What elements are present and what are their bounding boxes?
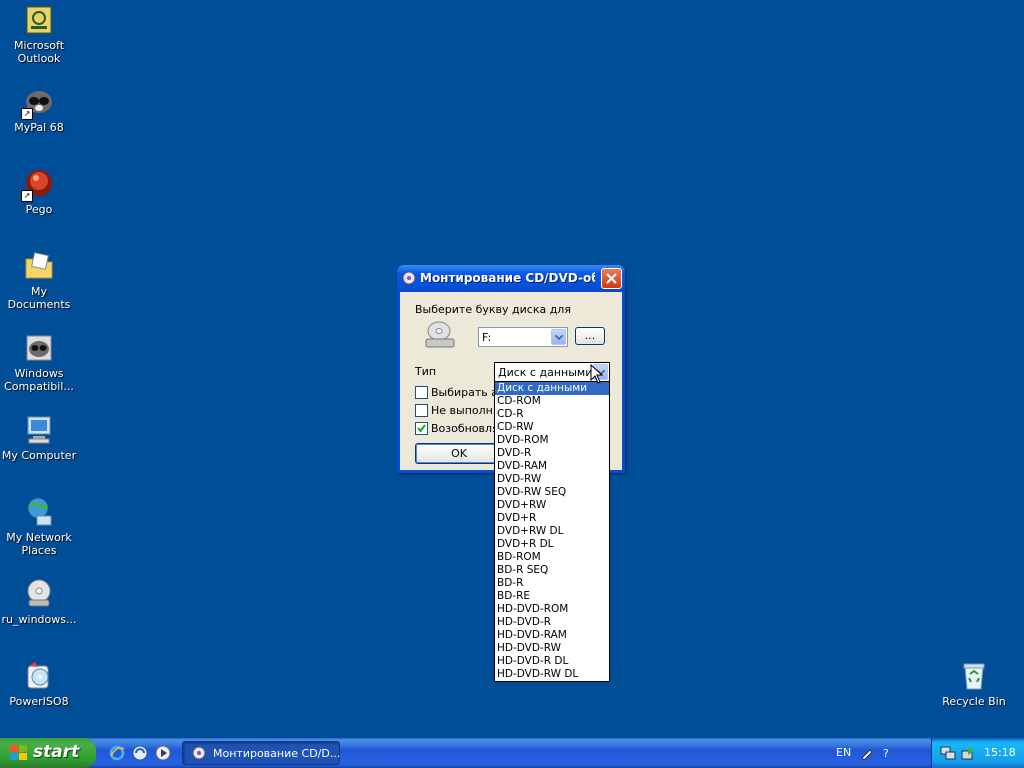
dropdown-option[interactable]: HD-DVD-ROM (495, 603, 609, 616)
network-tray-icon[interactable] (940, 745, 956, 761)
dropdown-option[interactable]: DVD-RAM (495, 460, 609, 473)
type-label: Тип (415, 365, 437, 378)
desktop-icon-windows-compat[interactable]: Windows Compatibil... (0, 332, 78, 393)
start-label: start (33, 742, 80, 762)
outlook-icon (23, 4, 55, 36)
dropdown-option[interactable]: DVD-RW SEQ (495, 486, 609, 499)
desktop-icon-disc-image[interactable]: ru_windows... (0, 578, 78, 626)
outlook-express-icon[interactable] (132, 745, 148, 761)
chevron-down-icon (551, 329, 566, 345)
dialog-title: Монтирование CD/DVD-об... (420, 271, 595, 285)
start-button[interactable]: start (0, 738, 96, 768)
system-tray: 15:18 (931, 738, 1024, 768)
network-icon (23, 496, 55, 528)
windows-logo-icon (10, 745, 28, 761)
dropdown-option[interactable]: DVD+RW DL (495, 525, 609, 538)
disc-type-value: Диск с данными (498, 366, 593, 379)
desktop-icon-label: Microsoft Outlook (13, 39, 65, 65)
desktop-icon-outlook[interactable]: Microsoft Outlook (0, 4, 78, 65)
dropdown-option[interactable]: DVD+R DL (495, 538, 609, 551)
dropdown-option[interactable]: DVD-R (495, 447, 609, 460)
desktop-icon-my-documents[interactable]: My Documents (0, 250, 78, 311)
desktop-icon-label: Pego (25, 203, 53, 216)
restore-checkbox[interactable] (415, 422, 428, 435)
dropdown-option[interactable]: DVD-RW (495, 473, 609, 486)
desktop-icon-label: MyPal 68 (14, 121, 64, 134)
pen-tool-icon[interactable] (860, 746, 874, 761)
dropdown-option[interactable]: HD-DVD-RAM (495, 629, 609, 642)
mypal-icon: ↗ (21, 86, 55, 120)
dropdown-option[interactable]: BD-RE (495, 590, 609, 603)
folder-icon (23, 250, 55, 282)
close-button[interactable] (601, 268, 622, 289)
app-icon (192, 746, 206, 760)
desktop-icon-label: My Computer (1, 449, 77, 462)
dropdown-option[interactable]: HD-DVD-R DL (495, 655, 609, 668)
app-icon (402, 271, 416, 285)
safely-remove-icon[interactable] (960, 745, 976, 761)
dropdown-option[interactable]: DVD-ROM (495, 434, 609, 447)
dropdown-option[interactable]: HD-DVD-RW DL (495, 668, 609, 681)
dropdown-option[interactable]: CD-ROM (495, 395, 609, 408)
svg-text:?: ? (883, 747, 889, 760)
clock: 15:18 (984, 746, 1016, 759)
media-player-icon[interactable] (155, 745, 171, 761)
desktop-icon-poweriso[interactable]: PowerISO8 (0, 660, 78, 708)
compat-icon (23, 332, 55, 364)
desktop-icon-label: Windows Compatibil... (4, 367, 74, 393)
disc-image-icon (23, 578, 55, 610)
poweriso-icon (23, 660, 55, 692)
dropdown-option[interactable]: HD-DVD-R (495, 616, 609, 629)
no-autorun-checkbox[interactable] (415, 404, 428, 417)
dropdown-option[interactable]: BD-R (495, 577, 609, 590)
desktop-icon-label: My Documents (7, 285, 71, 311)
disc-type-dropdown-list[interactable]: Диск с данными CD-ROM CD-R CD-RW DVD-ROM DVD-… (494, 381, 610, 682)
computer-icon (23, 414, 55, 446)
dropdown-option[interactable]: HD-DVD-RW (495, 642, 609, 655)
desktop-icon-pego[interactable]: ↗ Pego (0, 168, 78, 216)
desktop-icon-network-places[interactable]: My Network Places (0, 496, 78, 557)
dialog-titlebar[interactable]: Монтирование CD/DVD-об... (397, 265, 625, 292)
recycle-bin-icon (958, 660, 990, 692)
mouse-cursor-icon (590, 364, 604, 384)
help-icon[interactable]: ? (880, 746, 894, 760)
desktop-icon-label: ru_windows... (1, 613, 77, 626)
desktop-icon-mypal[interactable]: ↗ MyPal 68 (0, 86, 78, 134)
drive-letter-select[interactable]: F: (478, 327, 568, 347)
desktop-icon-recycle-bin[interactable]: Recycle Bin (935, 660, 1013, 708)
dropdown-option[interactable]: BD-R SEQ (495, 564, 609, 577)
ok-button[interactable]: OK (415, 443, 503, 464)
drive-letter-label: Выберите букву диска для (415, 303, 571, 316)
pego-icon: ↗ (21, 168, 55, 202)
taskbar-item-label: Монтирование CD/D... (213, 747, 341, 760)
language-indicator[interactable]: EN (836, 746, 851, 759)
checkmark-icon (417, 424, 426, 433)
dropdown-option[interactable]: CD-RW (495, 421, 609, 434)
dropdown-option[interactable]: CD-R (495, 408, 609, 421)
dropdown-option[interactable]: DVD+R (495, 512, 609, 525)
taskbar: start Монтирование CD/D... EN ? 15:18 (0, 738, 1024, 768)
desktop-icon-label: Recycle Bin (942, 695, 1006, 708)
taskbar-item-mount-dialog[interactable]: Монтирование CD/D... (182, 741, 340, 765)
browse-button[interactable]: ... (575, 327, 605, 345)
dropdown-option[interactable]: BD-ROM (495, 551, 609, 564)
desktop-icon-my-computer[interactable]: My Computer (0, 414, 78, 462)
desktop-icon-label: PowerISO8 (9, 695, 69, 708)
close-icon (606, 273, 617, 284)
internet-explorer-icon[interactable] (109, 745, 125, 761)
desktop-icon-label: My Network Places (6, 531, 72, 557)
drive-letter-value: F: (482, 331, 492, 344)
auto-select-checkbox[interactable] (415, 386, 428, 399)
cd-drive-icon (423, 319, 457, 349)
dropdown-option[interactable]: DVD+RW (495, 499, 609, 512)
